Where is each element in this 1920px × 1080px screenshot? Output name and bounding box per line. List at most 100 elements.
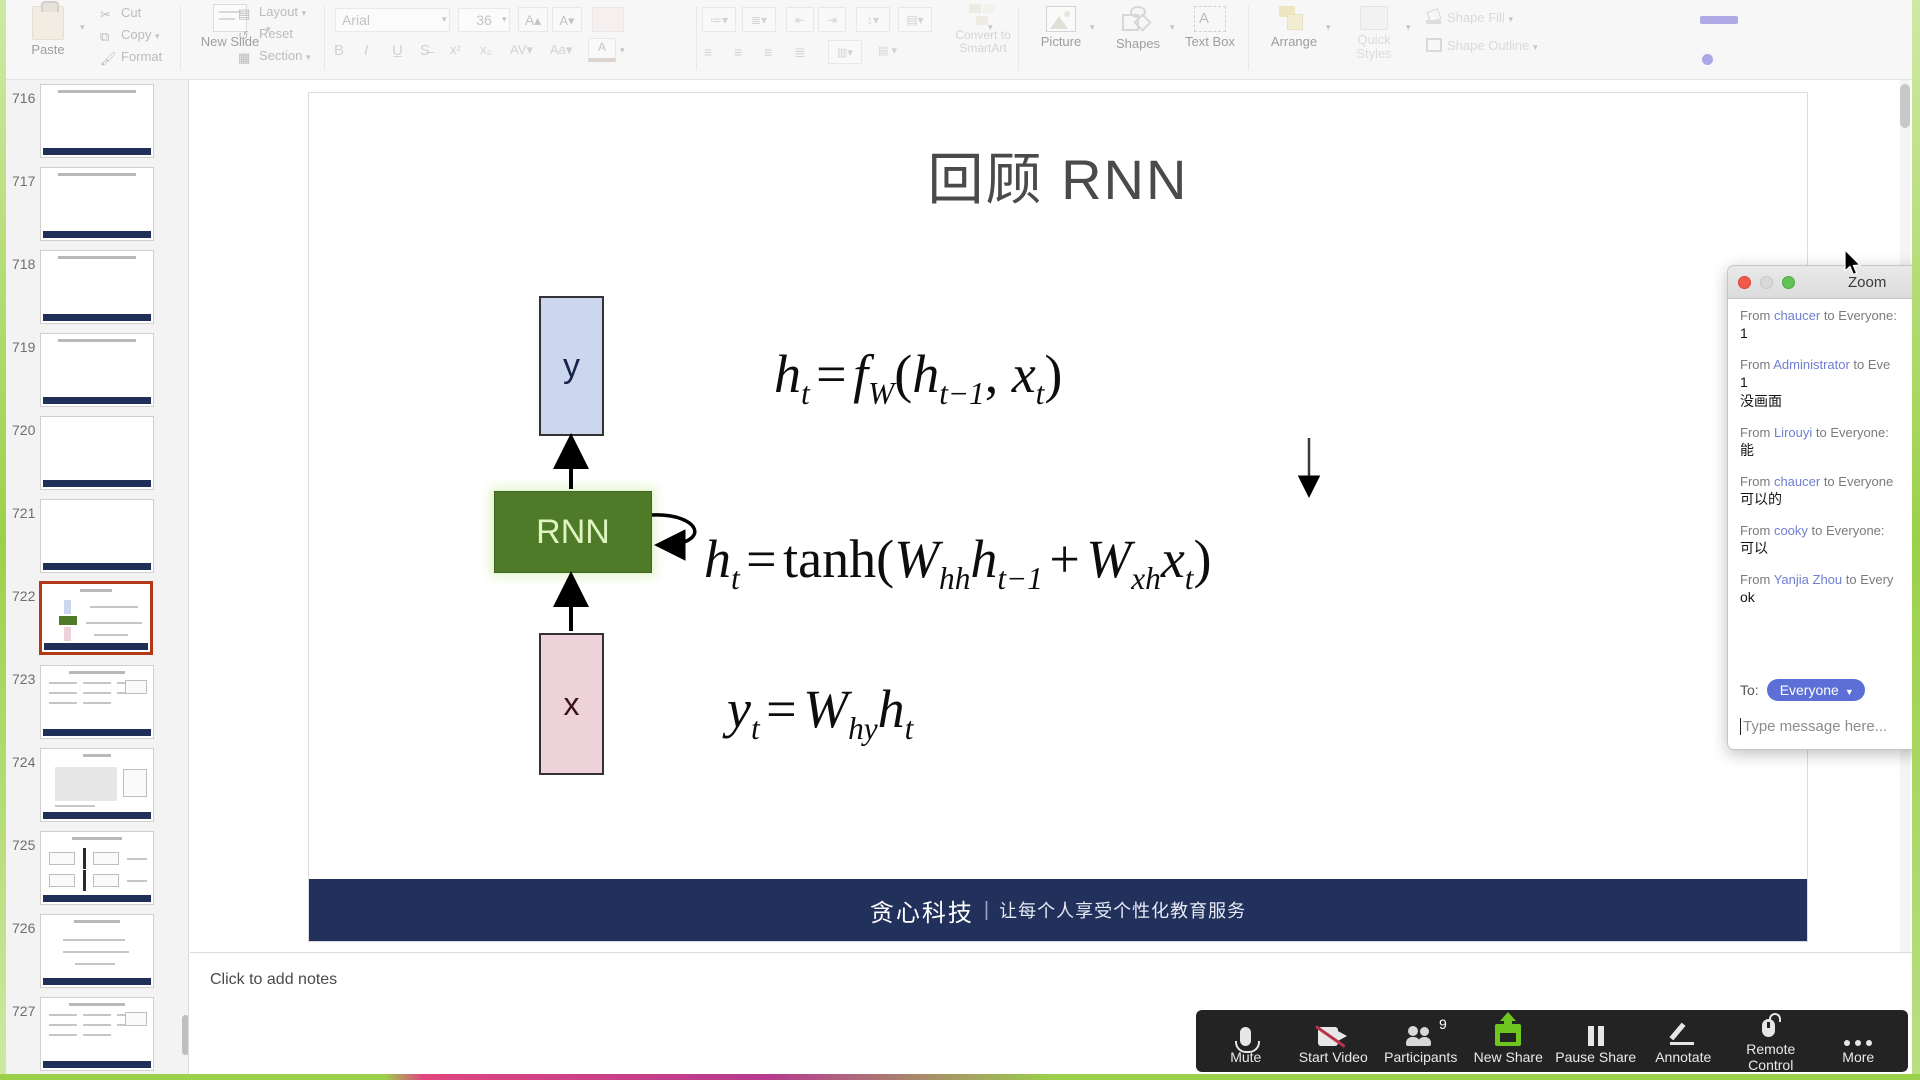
decrease-indent-button[interactable]: ⇤ (786, 7, 814, 32)
thumbnail-slide-726[interactable]: 726 (6, 910, 188, 993)
arrange-chevron-down-icon[interactable]: ▾ (1326, 22, 1331, 33)
font-family-input[interactable]: Arial (335, 8, 450, 32)
quick-styles-label-1: Quick (1357, 32, 1391, 47)
chat-title-bar[interactable]: Zoom (1728, 266, 1920, 299)
picture-button[interactable]: Picture (1030, 6, 1092, 49)
participants-count-badge: 9 (1439, 1015, 1447, 1032)
shapes-button[interactable]: Shapes (1106, 6, 1170, 51)
shape-fill-chevron-down-icon[interactable]: ▾ (1508, 14, 1513, 24)
thumbnail-footer-bar (43, 812, 151, 819)
quick-styles-chevron-down-icon[interactable]: ▾ (1406, 22, 1411, 33)
align-right-button[interactable]: ≡ (764, 44, 772, 60)
zoom-chat-window[interactable]: Zoom From chaucer to Everyone: 1 From Admi… (1727, 265, 1920, 750)
text-box-button[interactable]: A Text Box (1180, 6, 1240, 49)
reset-button[interactable]: ↺ Reset (238, 26, 293, 43)
ribbon-group-insert: Picture ▾ Shapes ▾ A Text Box (1024, 0, 1244, 78)
chat-message-input[interactable]: Type message here... (1728, 709, 1920, 743)
textbox-label-1: Text (1185, 34, 1209, 49)
underline-button[interactable]: U̲ (392, 42, 403, 59)
arrange-button[interactable]: Arrange (1260, 6, 1328, 49)
paste-button[interactable]: Paste (18, 1, 78, 57)
font-color-button[interactable]: A (588, 38, 616, 62)
increase-indent-button[interactable]: ⇥ (818, 7, 846, 32)
zoom-toolbar-pause-share[interactable]: Pause Share (1552, 1018, 1640, 1065)
zoom-toolbar-remote-control[interactable]: Remote Control (1727, 1010, 1815, 1073)
chat-message-line: 1 (1740, 374, 1748, 390)
shapes-chevron-down-icon[interactable]: ▾ (1170, 22, 1175, 33)
thumbnail-slide-722[interactable]: 722 (6, 578, 188, 661)
thumbnail-slide-727[interactable]: 727 (6, 993, 188, 1076)
zoom-toolbar-more[interactable]: More (1815, 1018, 1903, 1065)
current-slide[interactable]: 回顾 RNN y RNN x ht = fW(ht−1, xt) ht = ta… (308, 92, 1808, 942)
layout-chevron-down-icon[interactable]: ▾ (302, 8, 307, 18)
format-painter-button[interactable]: 🖌 Format (100, 49, 162, 66)
align-text-button[interactable]: ▤ ▾ (878, 44, 897, 57)
italic-button[interactable]: I (364, 42, 368, 59)
increase-font-size-button[interactable]: A▴ (518, 7, 548, 32)
clear-formatting-button[interactable] (592, 7, 624, 32)
chat-message-list[interactable]: From chaucer to Everyone: 1 From Administr… (1728, 299, 1920, 673)
zoom-toolbar-mute[interactable]: Mute (1202, 1018, 1290, 1065)
justify-button[interactable]: ≣ (794, 44, 806, 61)
smartart-chevron-down-icon[interactable]: ▾ (988, 22, 993, 33)
layout-button[interactable]: ▤ Layout ▾ (238, 4, 307, 21)
zoom-toolbar-annotate[interactable]: Annotate (1640, 1018, 1728, 1065)
picture-chevron-down-icon[interactable]: ▾ (1090, 22, 1095, 33)
columns-button[interactable]: ▥▾ (828, 40, 862, 64)
thumbnail-slide-723[interactable]: 723 (6, 661, 188, 744)
copy-button[interactable]: ⧉ Copy ▾ (100, 27, 160, 44)
bold-button[interactable]: B (334, 42, 344, 59)
slide-thumbnail-panel[interactable]: 716 717 718 719 720 721 722 723 724 725 726 727 (6, 80, 189, 1080)
align-left-button[interactable]: ≡ (704, 44, 712, 60)
thumbnail-slide-724[interactable]: 724 (6, 744, 188, 827)
paste-label: Paste (31, 42, 65, 57)
ribbon-divider (1248, 6, 1249, 70)
editor-scrollbar-thumb[interactable] (1900, 84, 1910, 128)
thumbnail-slide-721[interactable]: 721 (6, 495, 188, 578)
character-spacing-button[interactable]: AV▾ (510, 42, 533, 58)
font-family-chevron-down-icon[interactable]: ▾ (442, 14, 447, 25)
font-size-chevron-down-icon[interactable]: ▾ (502, 14, 507, 25)
line-spacing-button[interactable]: ↕▾ (856, 7, 890, 32)
copy-chevron-down-icon[interactable]: ▾ (155, 31, 160, 41)
zoom-toolbar-new-share[interactable]: New Share (1465, 1011, 1553, 1065)
chat-to-label: To: (1740, 682, 1759, 698)
paste-chevron-down-icon[interactable]: ▾ (80, 22, 85, 33)
zoom-toolbar-participants[interactable]: 9 Participants (1377, 1015, 1465, 1065)
minimize-icon[interactable] (1760, 276, 1773, 289)
shape-outline-chevron-down-icon[interactable]: ▾ (1533, 42, 1538, 52)
close-icon[interactable] (1738, 276, 1751, 289)
superscript-button[interactable]: x² (450, 42, 461, 57)
zoom-meeting-toolbar[interactable]: Mute Start Video 9 Participants New Share Pau… (1196, 1010, 1908, 1073)
quick-styles-button[interactable]: Quick Styles (1342, 6, 1406, 61)
change-case-button[interactable]: Aa▾ (550, 42, 572, 58)
bullets-button[interactable]: ≔▾ (702, 7, 736, 32)
thumbnail-scrollbar-thumb[interactable] (182, 1015, 188, 1055)
numbering-button[interactable]: ≣▾ (742, 7, 776, 32)
shape-fill-button[interactable]: Shape Fill ▾ (1426, 10, 1513, 25)
shape-outline-button[interactable]: Shape Outline ▾ (1426, 38, 1538, 53)
decrease-font-size-button[interactable]: A▾ (552, 7, 582, 32)
convert-to-smartart-button[interactable]: Convert to SmartArt (946, 4, 1020, 55)
thumbnail-slide-717[interactable]: 717 (6, 163, 188, 246)
chat-recipient-dropdown[interactable]: Everyone ▼ (1766, 679, 1865, 701)
zoom-toolbar-start-video[interactable]: Start Video (1290, 1018, 1378, 1065)
new-slide-label-1: New (200, 34, 227, 49)
equation-1: ht = fW(ht−1, xt) (774, 344, 1063, 411)
section-chevron-down-icon[interactable]: ▾ (306, 52, 311, 62)
thumbnail-slide-716[interactable]: 716 (6, 80, 188, 163)
font-color-chevron-down-icon[interactable]: ▾ (620, 45, 625, 56)
thumbnail-footer-bar (43, 895, 151, 902)
text-direction-button[interactable]: ▤▾ (898, 7, 932, 32)
maximize-icon[interactable] (1782, 276, 1795, 289)
align-center-button[interactable]: ≡ (734, 44, 742, 60)
thumbnail-footer-bar (43, 231, 151, 238)
thumbnail-slide-719[interactable]: 719 (6, 329, 188, 412)
strikethrough-button[interactable]: S̶ (420, 42, 430, 59)
section-button[interactable]: ▦ Section ▾ (238, 48, 311, 65)
cut-button[interactable]: ✂ Cut (100, 5, 141, 22)
thumbnail-slide-718[interactable]: 718 (6, 246, 188, 329)
thumbnail-slide-725[interactable]: 725 (6, 827, 188, 910)
thumbnail-slide-720[interactable]: 720 (6, 412, 188, 495)
subscript-button[interactable]: x₂ (480, 42, 492, 57)
